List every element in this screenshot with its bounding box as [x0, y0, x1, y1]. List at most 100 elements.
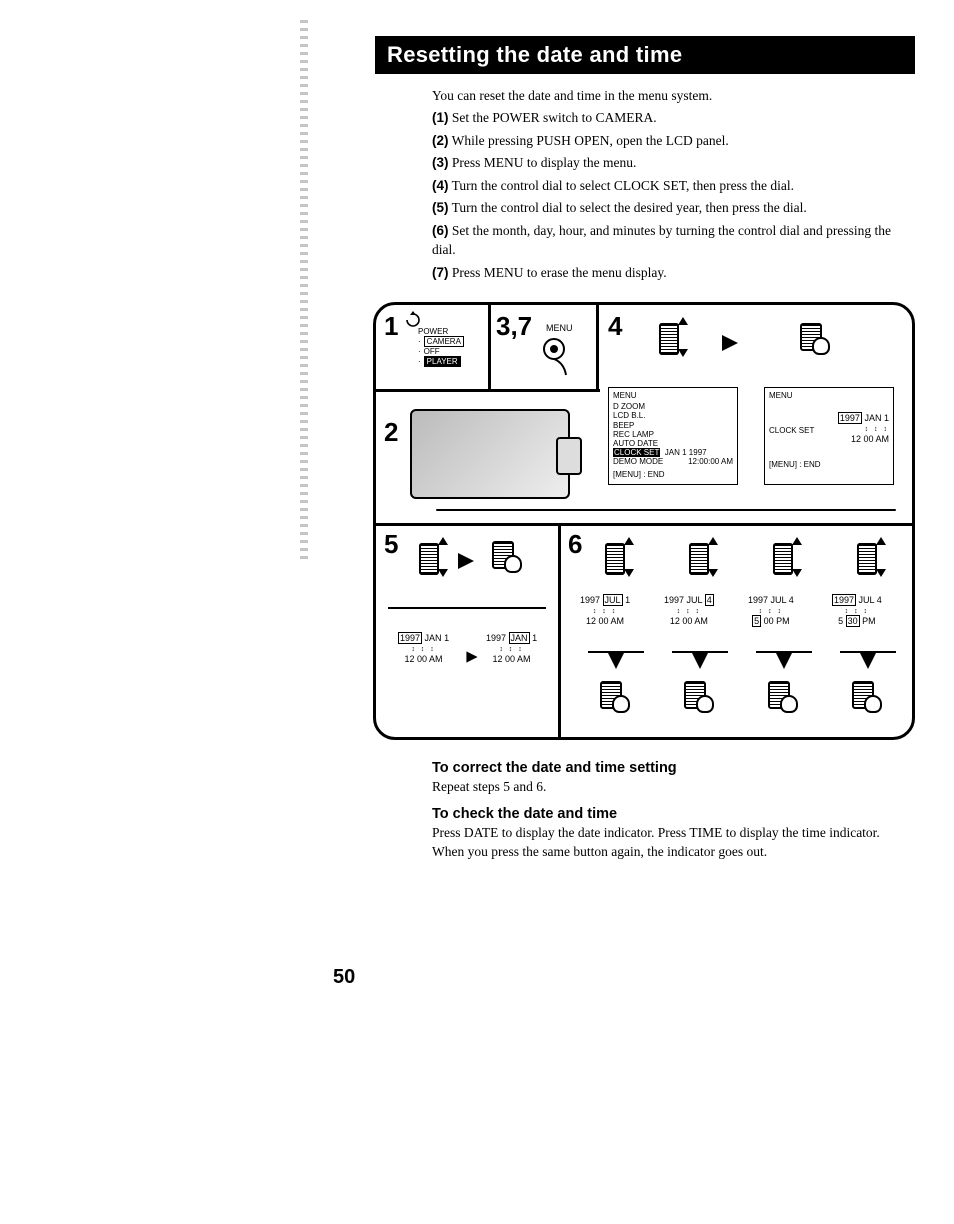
- month: JUL: [859, 595, 875, 605]
- panel-6-label: 6: [568, 529, 582, 560]
- step-num: (2): [432, 133, 449, 148]
- step-num: (7): [432, 265, 449, 280]
- year: 1997: [748, 595, 768, 605]
- step-text: Set the POWER switch to CAMERA.: [452, 110, 657, 125]
- section-body: Repeat steps 5 and 6.: [432, 778, 912, 797]
- step-text: Turn the control dial to select the desi…: [452, 200, 807, 215]
- month: JAN: [425, 633, 442, 643]
- divider: [376, 389, 600, 392]
- month-box: JUL: [603, 594, 623, 606]
- divider: [558, 523, 561, 740]
- connector: [436, 509, 896, 511]
- day: 4: [789, 595, 794, 605]
- time: 12 00 AM: [580, 616, 630, 628]
- menu-label: MENU: [546, 323, 573, 333]
- arrow-right-icon: [458, 553, 474, 569]
- step-num: (4): [432, 178, 449, 193]
- press-dial-icon: [766, 679, 796, 711]
- year: 1997: [486, 633, 506, 643]
- menu-item: REC LAMP: [613, 430, 733, 439]
- month: JUL: [687, 595, 703, 605]
- dial-icon: [770, 537, 798, 577]
- step-text: While pressing PUSH OPEN, open the LCD p…: [452, 133, 729, 148]
- divider: [488, 305, 491, 389]
- step-num: (1): [432, 110, 449, 125]
- press-dial-icon: [490, 539, 520, 571]
- rule: [388, 607, 546, 609]
- step-num: (5): [432, 200, 449, 215]
- time: 12 00 AM: [664, 616, 714, 628]
- screen-footer: [MENU] : END: [769, 460, 889, 469]
- menu-item: DEMO MODE: [613, 457, 663, 466]
- step-text: Turn the control dial to select CLOCK SE…: [452, 178, 794, 193]
- panel-4-label: 4: [608, 311, 622, 342]
- panel-1-label: 1: [384, 311, 398, 342]
- panel-37-label: 3,7: [496, 311, 532, 342]
- year-box: 1997: [832, 594, 856, 606]
- date-time-block: 1997 JUL 4 ↕ ↕ ↕ 5 30 PM: [832, 595, 882, 627]
- screen-header: MENU: [769, 391, 889, 400]
- arrow-down-icon: [692, 653, 708, 669]
- arrow-right-icon: [466, 651, 477, 662]
- day: 1: [532, 633, 537, 643]
- step-text: Press MENU to display the menu.: [452, 155, 637, 170]
- screen-footer: [MENU] : END: [613, 470, 733, 479]
- menu-item: BEEP: [613, 421, 733, 430]
- month: JAN: [864, 413, 881, 423]
- time-readout: 12:00:00 AM: [688, 457, 733, 466]
- arrow-down-icon: [860, 653, 876, 669]
- dial-down-icon: [656, 317, 684, 357]
- minute-box: 30: [846, 615, 860, 627]
- power-label: POWER: [418, 327, 448, 336]
- year: 1997: [580, 595, 600, 605]
- step-num: (3): [432, 155, 449, 170]
- month-box: JAN: [509, 632, 530, 644]
- arrow-down-icon: [776, 653, 792, 669]
- section-heading: To correct the date and time setting: [432, 760, 912, 776]
- power-off: OFF: [424, 347, 440, 356]
- press-finger-icon: [536, 335, 576, 379]
- day: 4: [877, 595, 882, 605]
- spiral-binding: [300, 20, 308, 560]
- dial-icon: [686, 537, 714, 577]
- intro-text: You can reset the date and time in the m…: [432, 88, 902, 104]
- time: 12 00 AM: [398, 654, 449, 666]
- press-dial-icon: [850, 679, 880, 711]
- day: 1: [625, 595, 630, 605]
- power-switch: POWER · CAMERA · OFF · PLAYER: [418, 327, 464, 367]
- rule: [588, 651, 644, 653]
- dial-icon: [854, 537, 882, 577]
- dial-down-icon: [416, 537, 444, 577]
- rule: [840, 651, 896, 653]
- dial-icon: [602, 537, 630, 577]
- date-time-block: 1997 JUL 4 ↕ ↕ ↕ 12 00 AM: [664, 595, 714, 627]
- section-body: Press DATE to display the date indicator…: [432, 824, 912, 862]
- menu-item: LCD B.L.: [613, 411, 733, 420]
- date-time-block: 1997 JAN 1 ↕ ↕ ↕ 12 00 AM: [398, 633, 449, 665]
- rule: [672, 651, 728, 653]
- divider: [596, 305, 599, 389]
- panel-2-label: 2: [384, 417, 398, 448]
- date-readout: JAN 1 1997: [665, 448, 707, 457]
- day-box: 4: [705, 594, 714, 606]
- section-correct: To correct the date and time setting Rep…: [432, 760, 912, 797]
- menu-item: D ZOOM: [613, 402, 733, 411]
- date-time-block: 1997 JUL 4 ↕ ↕ ↕ 5 00 PM: [748, 595, 794, 627]
- screen-header: MENU: [613, 391, 733, 400]
- step-list: (1) Set the POWER switch to CAMERA. (2) …: [432, 108, 902, 286]
- menu-screen: MENU D ZOOM LCD B.L. BEEP REC LAMP AUTO …: [608, 387, 738, 485]
- arrow-down-icon: [608, 653, 624, 669]
- month: JUL: [771, 595, 787, 605]
- menu-item: AUTO DATE: [613, 439, 733, 448]
- year-box: 1997: [838, 412, 862, 424]
- procedure-diagram: 1 POWER · CAMERA · OFF · PLAYER 3,7 MENU…: [373, 302, 915, 740]
- menu-item-selected: CLOCK SET: [613, 448, 660, 457]
- year: 1997: [664, 595, 684, 605]
- step-text: Set the month, day, hour, and minutes by…: [432, 223, 891, 258]
- panel-5-label: 5: [384, 529, 398, 560]
- year-box: 1997: [398, 632, 422, 644]
- page-number: 50: [333, 966, 355, 989]
- section-heading: To check the date and time: [432, 806, 912, 822]
- time: 12 00 AM: [769, 434, 889, 446]
- date-time-block: 1997 JUL 1 ↕ ↕ ↕ 12 00 AM: [580, 595, 630, 627]
